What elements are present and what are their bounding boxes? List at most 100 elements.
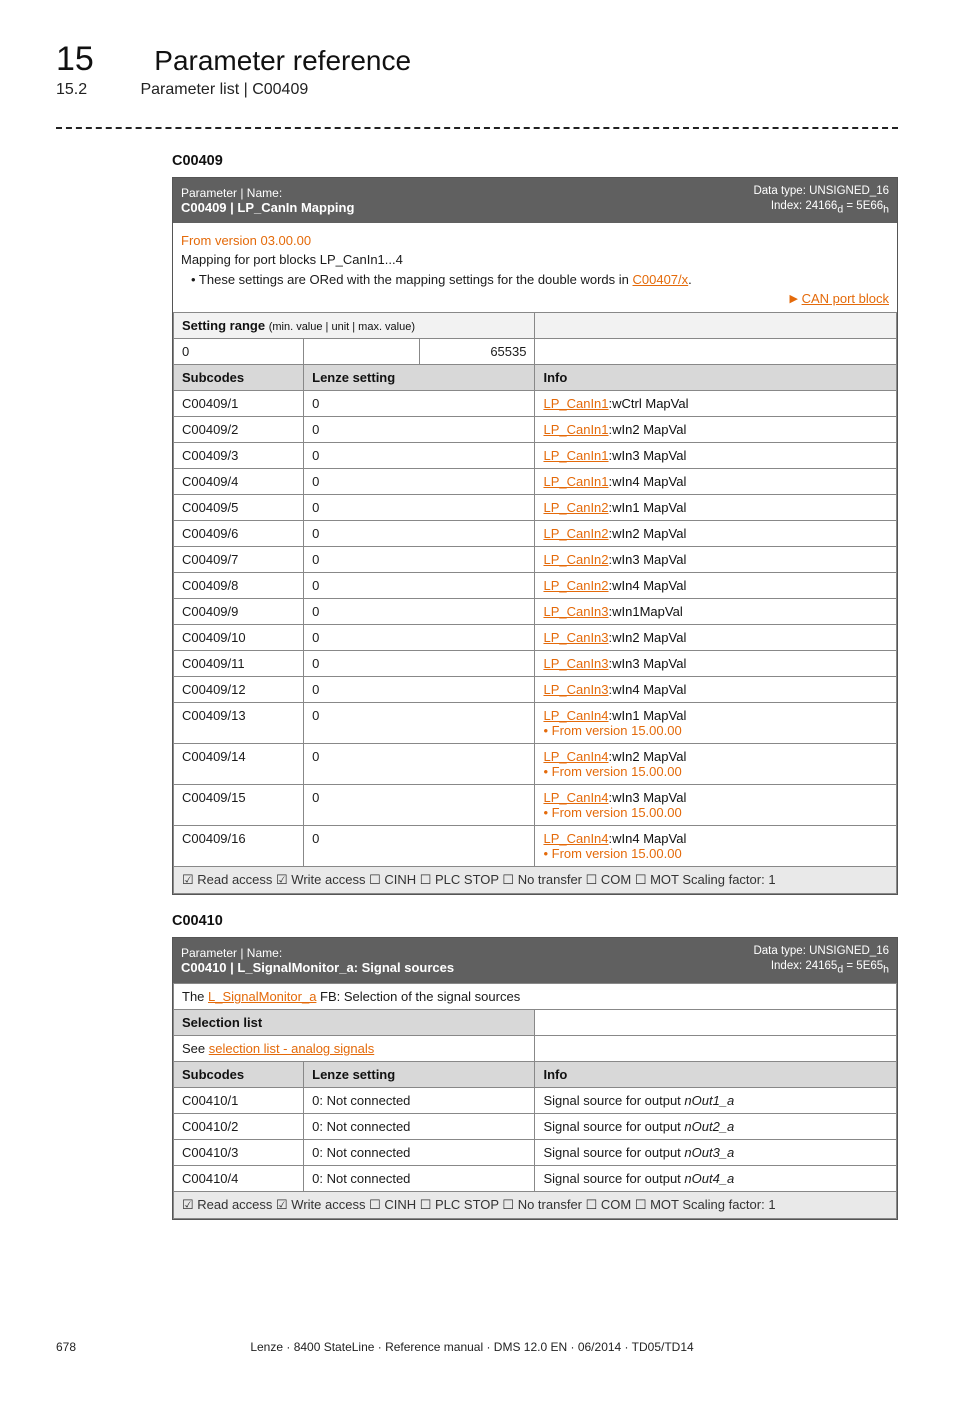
table-row: C00409/140LP_CanIn4:wIn2 MapVal• From ve… xyxy=(174,744,897,785)
col-lenze: Lenze setting xyxy=(304,1062,535,1088)
table-row: C00409/40LP_CanIn1:wIn4 MapVal xyxy=(174,469,897,495)
lenze-setting-cell: 0 xyxy=(304,547,535,573)
info-link[interactable]: LP_CanIn1 xyxy=(543,474,608,489)
info-extra: • From version 15.00.00 xyxy=(543,764,888,779)
info-link[interactable]: LP_CanIn4 xyxy=(543,831,608,846)
table-head-datatype: Data type: UNSIGNED_16 xyxy=(753,944,889,959)
table-row: C00409/80LP_CanIn2:wIn4 MapVal xyxy=(174,573,897,599)
table-head-name: C00409 | LP_CanIn Mapping xyxy=(181,200,737,215)
table-row: C00409/20LP_CanIn1:wIn2 MapVal xyxy=(174,417,897,443)
table-row: C00409/10LP_CanIn1:wCtrl MapVal xyxy=(174,391,897,417)
info-cell: Signal source for output nOut2_a xyxy=(535,1114,897,1140)
table-head-label: Parameter | Name: xyxy=(181,946,737,960)
lenze-setting-cell: 0: Not connected xyxy=(304,1140,535,1166)
info-link[interactable]: LP_CanIn3 xyxy=(543,682,608,697)
selection-list-link-cell: See selection list - analog signals xyxy=(174,1036,535,1062)
info-link[interactable]: LP_CanIn1 xyxy=(543,422,608,437)
subcode-cell: C00409/8 xyxy=(174,573,304,599)
info-cell: LP_CanIn3:wIn2 MapVal xyxy=(535,625,897,651)
info-link[interactable]: LP_CanIn2 xyxy=(543,552,608,567)
subcode-cell: C00410/3 xyxy=(174,1140,304,1166)
selection-list-header: Selection list xyxy=(174,1010,535,1036)
info-link[interactable]: LP_CanIn2 xyxy=(543,578,608,593)
col-info: Info xyxy=(535,365,897,391)
lenze-setting-cell: 0: Not connected xyxy=(304,1166,535,1192)
info-cell: LP_CanIn1:wCtrl MapVal xyxy=(535,391,897,417)
lenze-setting-cell: 0 xyxy=(304,599,535,625)
subcode-cell: C00409/5 xyxy=(174,495,304,521)
subcode-cell: C00410/1 xyxy=(174,1088,304,1114)
info-cell: LP_CanIn4:wIn4 MapVal• From version 15.0… xyxy=(535,826,897,867)
table-head-label: Parameter | Name: xyxy=(181,186,737,200)
lenze-setting-cell: 0: Not connected xyxy=(304,1114,535,1140)
col-info: Info xyxy=(535,1062,897,1088)
info-link[interactable]: LP_CanIn2 xyxy=(543,500,608,515)
table-footer: ☑ Read access ☑ Write access ☐ CINH ☐ PL… xyxy=(174,867,897,894)
param-anchor-c00409: C00409 xyxy=(172,153,898,169)
subcode-cell: C00409/11 xyxy=(174,651,304,677)
param-anchor-c00410: C00410 xyxy=(172,913,898,929)
lenze-setting-cell: 0 xyxy=(304,677,535,703)
subcode-cell: C00410/4 xyxy=(174,1166,304,1192)
info-extra: • From version 15.00.00 xyxy=(543,805,888,820)
info-link[interactable]: LP_CanIn1 xyxy=(543,448,608,463)
range-min: 0 xyxy=(174,339,304,365)
info-link[interactable]: LP_CanIn4 xyxy=(543,790,608,805)
section-title: Parameter list | C00409 xyxy=(140,81,308,98)
info-link[interactable]: LP_CanIn2 xyxy=(543,526,608,541)
page-number: 678 xyxy=(56,1340,76,1354)
subcode-cell: C00409/10 xyxy=(174,625,304,651)
lenze-setting-cell: 0: Not connected xyxy=(304,1088,535,1114)
info-link[interactable]: LP_CanIn3 xyxy=(543,656,608,671)
section-number: 15.2 xyxy=(56,81,136,99)
footer-center: Lenze · 8400 StateLine · Reference manua… xyxy=(250,1340,693,1354)
table-row: C00409/70LP_CanIn2:wIn3 MapVal xyxy=(174,547,897,573)
info-em: nOut4_a xyxy=(684,1171,734,1186)
lenze-setting-cell: 0 xyxy=(304,785,535,826)
subcode-cell: C00409/15 xyxy=(174,785,304,826)
lenze-setting-cell: 0 xyxy=(304,495,535,521)
info-cell: LP_CanIn3:wIn1MapVal xyxy=(535,599,897,625)
info-em: nOut1_a xyxy=(684,1093,734,1108)
subcode-cell: C00409/13 xyxy=(174,703,304,744)
info-link[interactable]: LP_CanIn3 xyxy=(543,630,608,645)
info-cell: Signal source for output nOut1_a xyxy=(535,1088,897,1114)
desc-link[interactable]: L_SignalMonitor_a xyxy=(208,989,316,1004)
info-cell: LP_CanIn2:wIn1 MapVal xyxy=(535,495,897,521)
lenze-setting-cell: 0 xyxy=(304,651,535,677)
desc-bullet-post: . xyxy=(688,272,692,287)
subcode-cell: C00409/2 xyxy=(174,417,304,443)
table-row: C00409/100LP_CanIn3:wIn2 MapVal xyxy=(174,625,897,651)
lenze-setting-cell: 0 xyxy=(304,521,535,547)
selection-list-link[interactable]: selection list - analog signals xyxy=(209,1041,374,1056)
info-link[interactable]: LP_CanIn4 xyxy=(543,708,608,723)
info-link[interactable]: LP_CanIn4 xyxy=(543,749,608,764)
info-cell: LP_CanIn2:wIn3 MapVal xyxy=(535,547,897,573)
subcode-cell: C00409/7 xyxy=(174,547,304,573)
info-cell: Signal source for output nOut3_a xyxy=(535,1140,897,1166)
table-head-datatype: Data type: UNSIGNED_16 xyxy=(753,184,889,199)
table-head-name: C00410 | L_SignalMonitor_a: Signal sourc… xyxy=(181,960,737,975)
info-link[interactable]: LP_CanIn3 xyxy=(543,604,608,619)
col-subcodes: Subcodes xyxy=(174,1062,304,1088)
lenze-setting-cell: 0 xyxy=(304,469,535,495)
desc-bullet-link[interactable]: C00407/x xyxy=(633,272,689,287)
desc-mapping: Mapping for port blocks LP_CanIn1...4 xyxy=(181,250,889,270)
col-subcodes: Subcodes xyxy=(174,365,304,391)
subcode-cell: C00410/2 xyxy=(174,1114,304,1140)
info-cell: LP_CanIn4:wIn1 MapVal• From version 15.0… xyxy=(535,703,897,744)
subcode-cell: C00409/9 xyxy=(174,599,304,625)
info-link[interactable]: LP_CanIn1 xyxy=(543,396,608,411)
info-cell: LP_CanIn4:wIn2 MapVal• From version 15.0… xyxy=(535,744,897,785)
table-row: C00409/120LP_CanIn3:wIn4 MapVal xyxy=(174,677,897,703)
table-row: C00410/40: Not connectedSignal source fo… xyxy=(174,1166,897,1192)
triangle-icon: ▶ xyxy=(789,293,797,305)
subcode-cell: C00409/3 xyxy=(174,443,304,469)
info-extra: • From version 15.00.00 xyxy=(543,846,888,861)
lenze-setting-cell: 0 xyxy=(304,443,535,469)
can-port-block-link[interactable]: CAN port block xyxy=(802,291,889,306)
table-head-index: Index: 24165d = 5E65h xyxy=(753,959,889,977)
range-max: 65535 xyxy=(419,339,535,365)
table-row: C00409/160LP_CanIn4:wIn4 MapVal• From ve… xyxy=(174,826,897,867)
lenze-setting-cell: 0 xyxy=(304,573,535,599)
